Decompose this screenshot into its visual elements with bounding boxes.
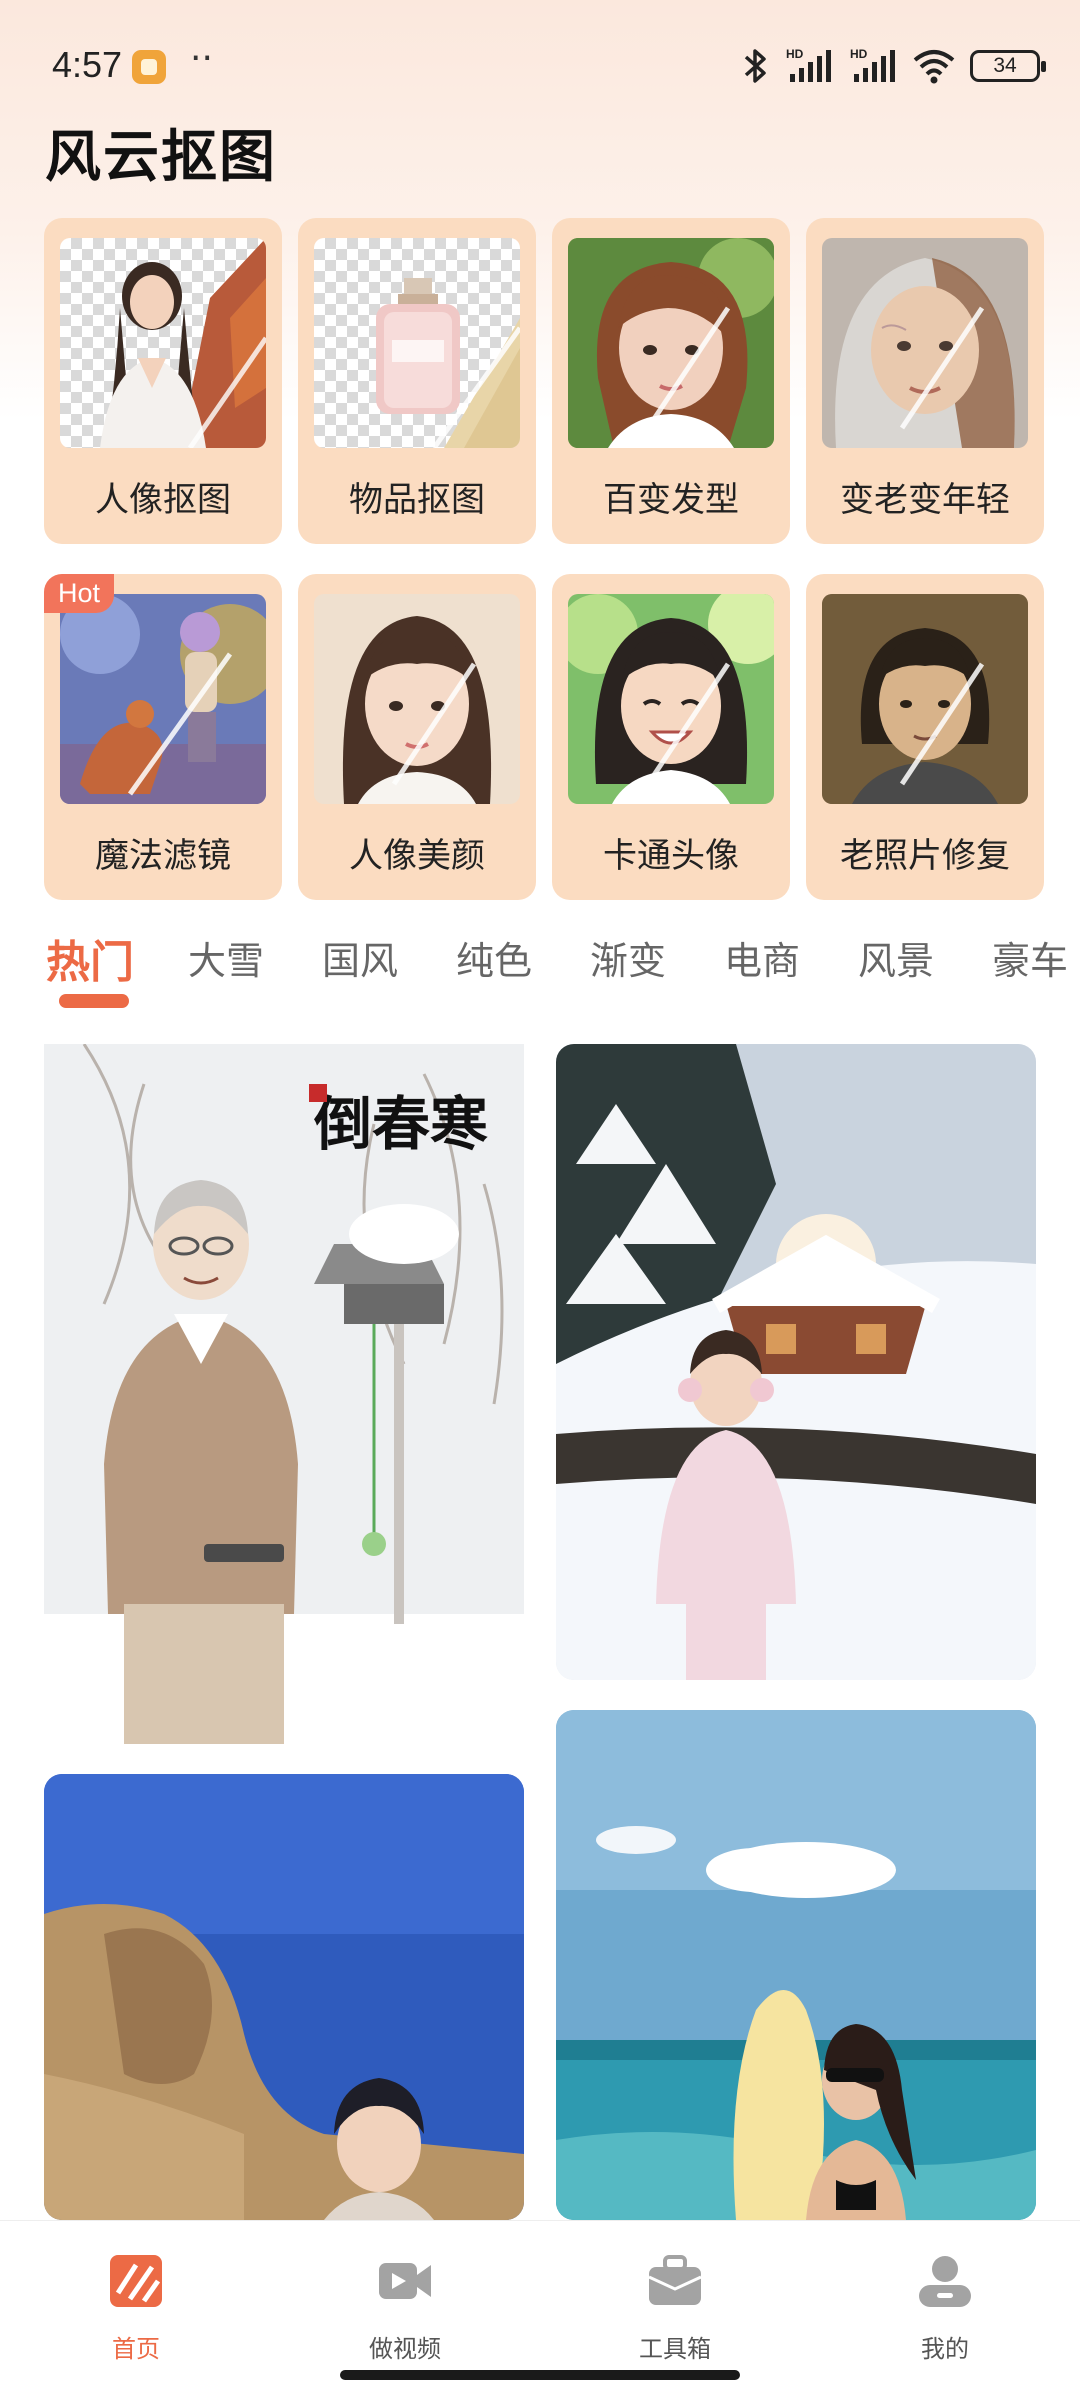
feature-label: 百变发型 xyxy=(603,480,739,520)
calligraphy-text: 倒春寒 xyxy=(313,1090,488,1158)
feature-card-age-change[interactable]: 变老变年轻 xyxy=(806,218,1044,544)
signal-hd-1-icon: HD xyxy=(786,47,831,82)
feature-label: 人像美颜 xyxy=(349,836,485,876)
template-image-beach xyxy=(556,1710,1036,2220)
app-title: 风云抠图 xyxy=(45,125,277,190)
nav-make-video[interactable]: 做视频 xyxy=(325,2251,485,2364)
nav-profile[interactable]: 我的 xyxy=(865,2251,1025,2364)
hot-badge: Hot xyxy=(44,574,115,613)
template-card-beach[interactable] xyxy=(556,1710,1036,2220)
active-tab-indicator xyxy=(59,994,129,1008)
home-icon xyxy=(110,2255,162,2307)
toolbox-icon xyxy=(648,2255,702,2305)
nav-home[interactable]: 首页 xyxy=(56,2251,216,2364)
tab-scenery[interactable]: 风景 xyxy=(858,930,934,985)
signal-hd-2-icon: HD xyxy=(850,47,895,82)
battery-indicator: 34 xyxy=(970,50,1046,82)
feature-card-cartoon-avatar[interactable]: 卡通头像 xyxy=(552,574,790,900)
tab-hot[interactable]: 热门 xyxy=(46,926,134,990)
notification-app-icon xyxy=(132,50,166,84)
template-card-snow-elder[interactable]: 倒春寒 xyxy=(44,1044,524,1744)
wifi-icon xyxy=(913,50,955,84)
feature-label: 老照片修复 xyxy=(840,836,1010,876)
nav-toolbox[interactable]: 工具箱 xyxy=(595,2251,755,2364)
feature-card-portrait-cutout[interactable]: 人像抠图 xyxy=(44,218,282,544)
feature-label: 魔法滤镜 xyxy=(95,836,231,876)
tab-heavy-snow[interactable]: 大雪 xyxy=(188,930,264,985)
status-bar: 4:57 ·· HD HD 34 xyxy=(0,0,1080,130)
template-image-snow-cabin xyxy=(556,1044,1036,1680)
feature-label: 卡通头像 xyxy=(603,836,739,876)
beauty-thumbnail xyxy=(314,594,520,804)
age-change-thumbnail xyxy=(822,238,1028,448)
status-icons: HD HD 34 xyxy=(742,46,1046,86)
feature-card-magic-filter[interactable]: Hot 魔法滤镜 xyxy=(44,574,282,900)
profile-icon xyxy=(919,2256,971,2307)
feature-label: 变老变年轻 xyxy=(840,480,1010,520)
home-indicator[interactable] xyxy=(340,2370,740,2380)
tab-luxury-car[interactable]: 豪车 xyxy=(992,930,1068,985)
tab-ecommerce[interactable]: 电商 xyxy=(724,930,800,985)
tab-gradient[interactable]: 渐变 xyxy=(590,930,666,985)
feature-label: 人像抠图 xyxy=(95,480,231,520)
feature-card-hairstyle[interactable]: 百变发型 xyxy=(552,218,790,544)
nav-label: 工具箱 xyxy=(639,2335,711,2363)
feature-card-object-cutout[interactable]: 物品抠图 xyxy=(298,218,536,544)
nav-label: 首页 xyxy=(112,2335,160,2363)
tab-solid-color[interactable]: 纯色 xyxy=(456,930,532,985)
nav-label: 我的 xyxy=(921,2335,969,2363)
object-cutout-thumbnail xyxy=(314,238,520,448)
template-image-sphinx xyxy=(44,1774,524,2220)
video-camera-icon xyxy=(379,2263,431,2299)
template-image-snow-elder: 倒春寒 xyxy=(44,1044,524,1744)
magic-filter-thumbnail xyxy=(60,594,266,804)
feature-card-beauty[interactable]: 人像美颜 xyxy=(298,574,536,900)
old-photo-restore-thumbnail xyxy=(822,594,1028,804)
hairstyle-thumbnail xyxy=(568,238,774,448)
more-notifications-icon: ·· xyxy=(190,38,213,79)
portrait-cutout-thumbnail xyxy=(60,238,266,448)
svg-text:HD: HD xyxy=(786,47,804,61)
template-card-sphinx[interactable] xyxy=(44,1774,524,2220)
status-time: 4:57 xyxy=(52,44,123,85)
template-card-snow-cabin[interactable] xyxy=(556,1044,1036,1680)
nav-label: 做视频 xyxy=(369,2335,441,2363)
bluetooth-icon xyxy=(744,49,766,83)
tab-chinese-style[interactable]: 国风 xyxy=(322,930,398,985)
category-tabs: 热门 大雪 国风 纯色 渐变 电商 风景 豪车 xyxy=(44,930,1080,1010)
feature-card-old-photo-restore[interactable]: 老照片修复 xyxy=(806,574,1044,900)
feature-label: 物品抠图 xyxy=(349,480,485,520)
svg-text:HD: HD xyxy=(850,47,868,61)
cartoon-avatar-thumbnail xyxy=(568,594,774,804)
